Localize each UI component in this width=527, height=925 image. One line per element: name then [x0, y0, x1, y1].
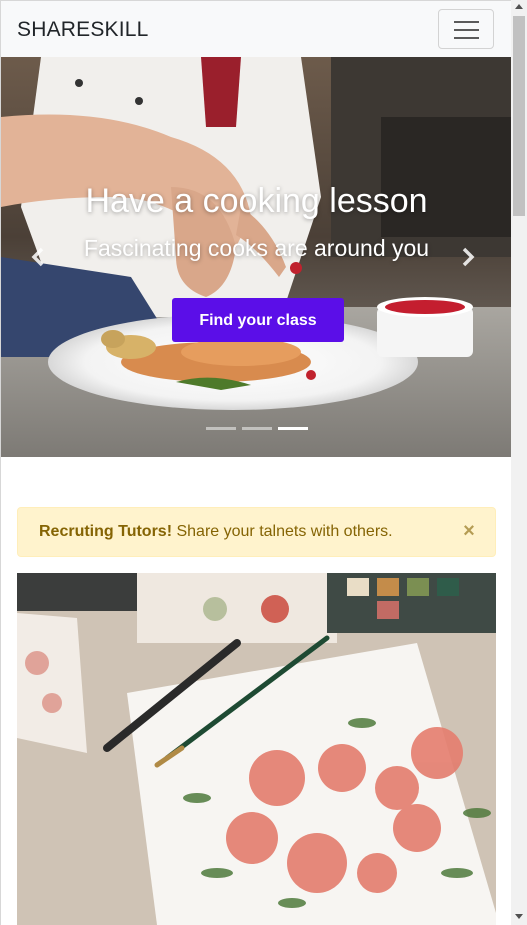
page: SHARESKILL Have a cooking lesson Fascina… — [0, 0, 511, 925]
carousel-indicators — [1, 427, 511, 430]
chevron-right-icon — [462, 247, 475, 267]
close-icon[interactable]: × — [461, 521, 477, 541]
scrollbar-thumb[interactable] — [513, 16, 525, 216]
recruiting-alert: Recruting Tutors! Share your talnets wit… — [17, 507, 496, 557]
hamburger-icon-bar — [454, 37, 479, 39]
chevron-left-icon — [31, 247, 44, 267]
scroll-up-icon[interactable] — [515, 4, 523, 9]
carousel-subtitle: Fascinating cooks are around you — [83, 235, 430, 261]
carousel-indicator-3[interactable] — [277, 427, 308, 430]
brand-link[interactable]: SHARESKILL — [17, 18, 149, 42]
page-scrollbar[interactable] — [511, 0, 527, 925]
find-class-button[interactable]: Find your class — [172, 298, 344, 342]
alert-body-text: Share your talnets with others. — [172, 523, 393, 540]
card-image — [17, 573, 496, 925]
carousel-next-button[interactable] — [455, 237, 483, 277]
carousel-prev-button[interactable] — [23, 237, 51, 277]
navbar-toggler-button[interactable] — [438, 9, 494, 49]
hamburger-icon — [454, 21, 479, 23]
scroll-down-icon[interactable] — [515, 914, 523, 919]
hamburger-icon-bar — [454, 29, 479, 31]
alert-strong-text: Recruting Tutors! — [39, 523, 173, 540]
watercolor-flowers-image — [17, 573, 496, 925]
carousel-indicator-2[interactable] — [241, 427, 272, 430]
hero-carousel: Have a cooking lesson Fascinating cooks … — [1, 57, 511, 457]
carousel-title: Have a cooking lesson — [85, 182, 428, 220]
carousel-indicator-1[interactable] — [205, 427, 236, 430]
alert-message: Recruting Tutors! Share your talnets wit… — [39, 523, 393, 541]
navbar: SHARESKILL — [1, 0, 511, 57]
